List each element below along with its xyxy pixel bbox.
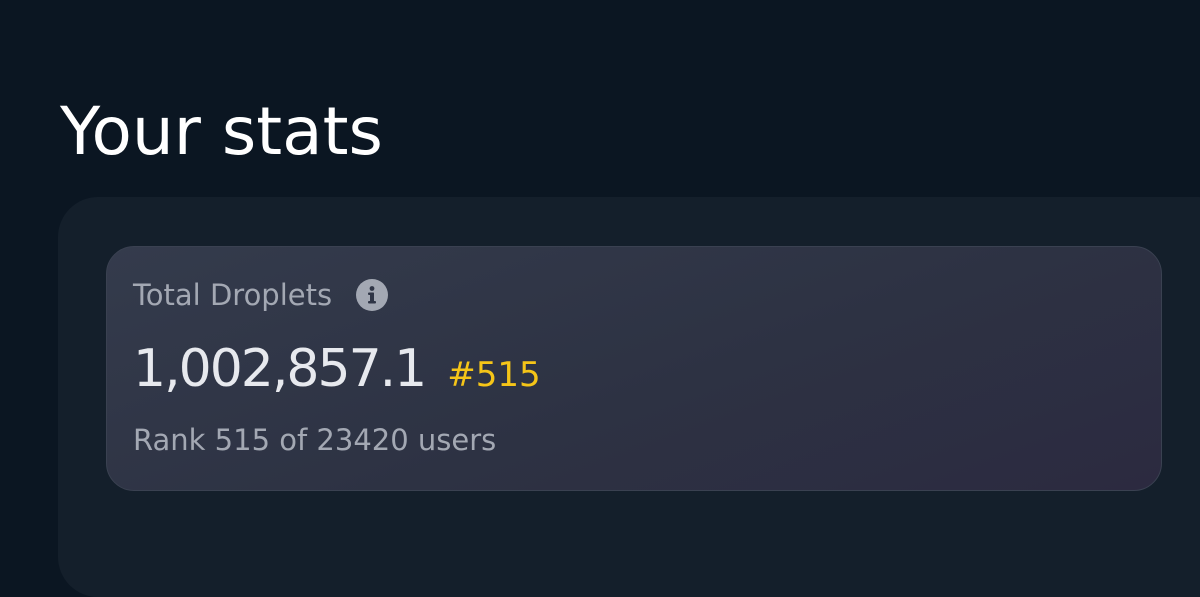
rank-description: Rank 515 of 23420 users [133, 423, 497, 457]
info-icon[interactable] [356, 279, 389, 311]
value-row: 1,002,857.1 #515 [133, 334, 541, 404]
page-title: Your stats [60, 93, 383, 170]
rank-badge: #515 [447, 355, 541, 395]
card-header: Total Droplets [133, 275, 389, 315]
total-droplets-value: 1,002,857.1 [133, 339, 427, 399]
total-droplets-label: Total Droplets [133, 278, 333, 312]
